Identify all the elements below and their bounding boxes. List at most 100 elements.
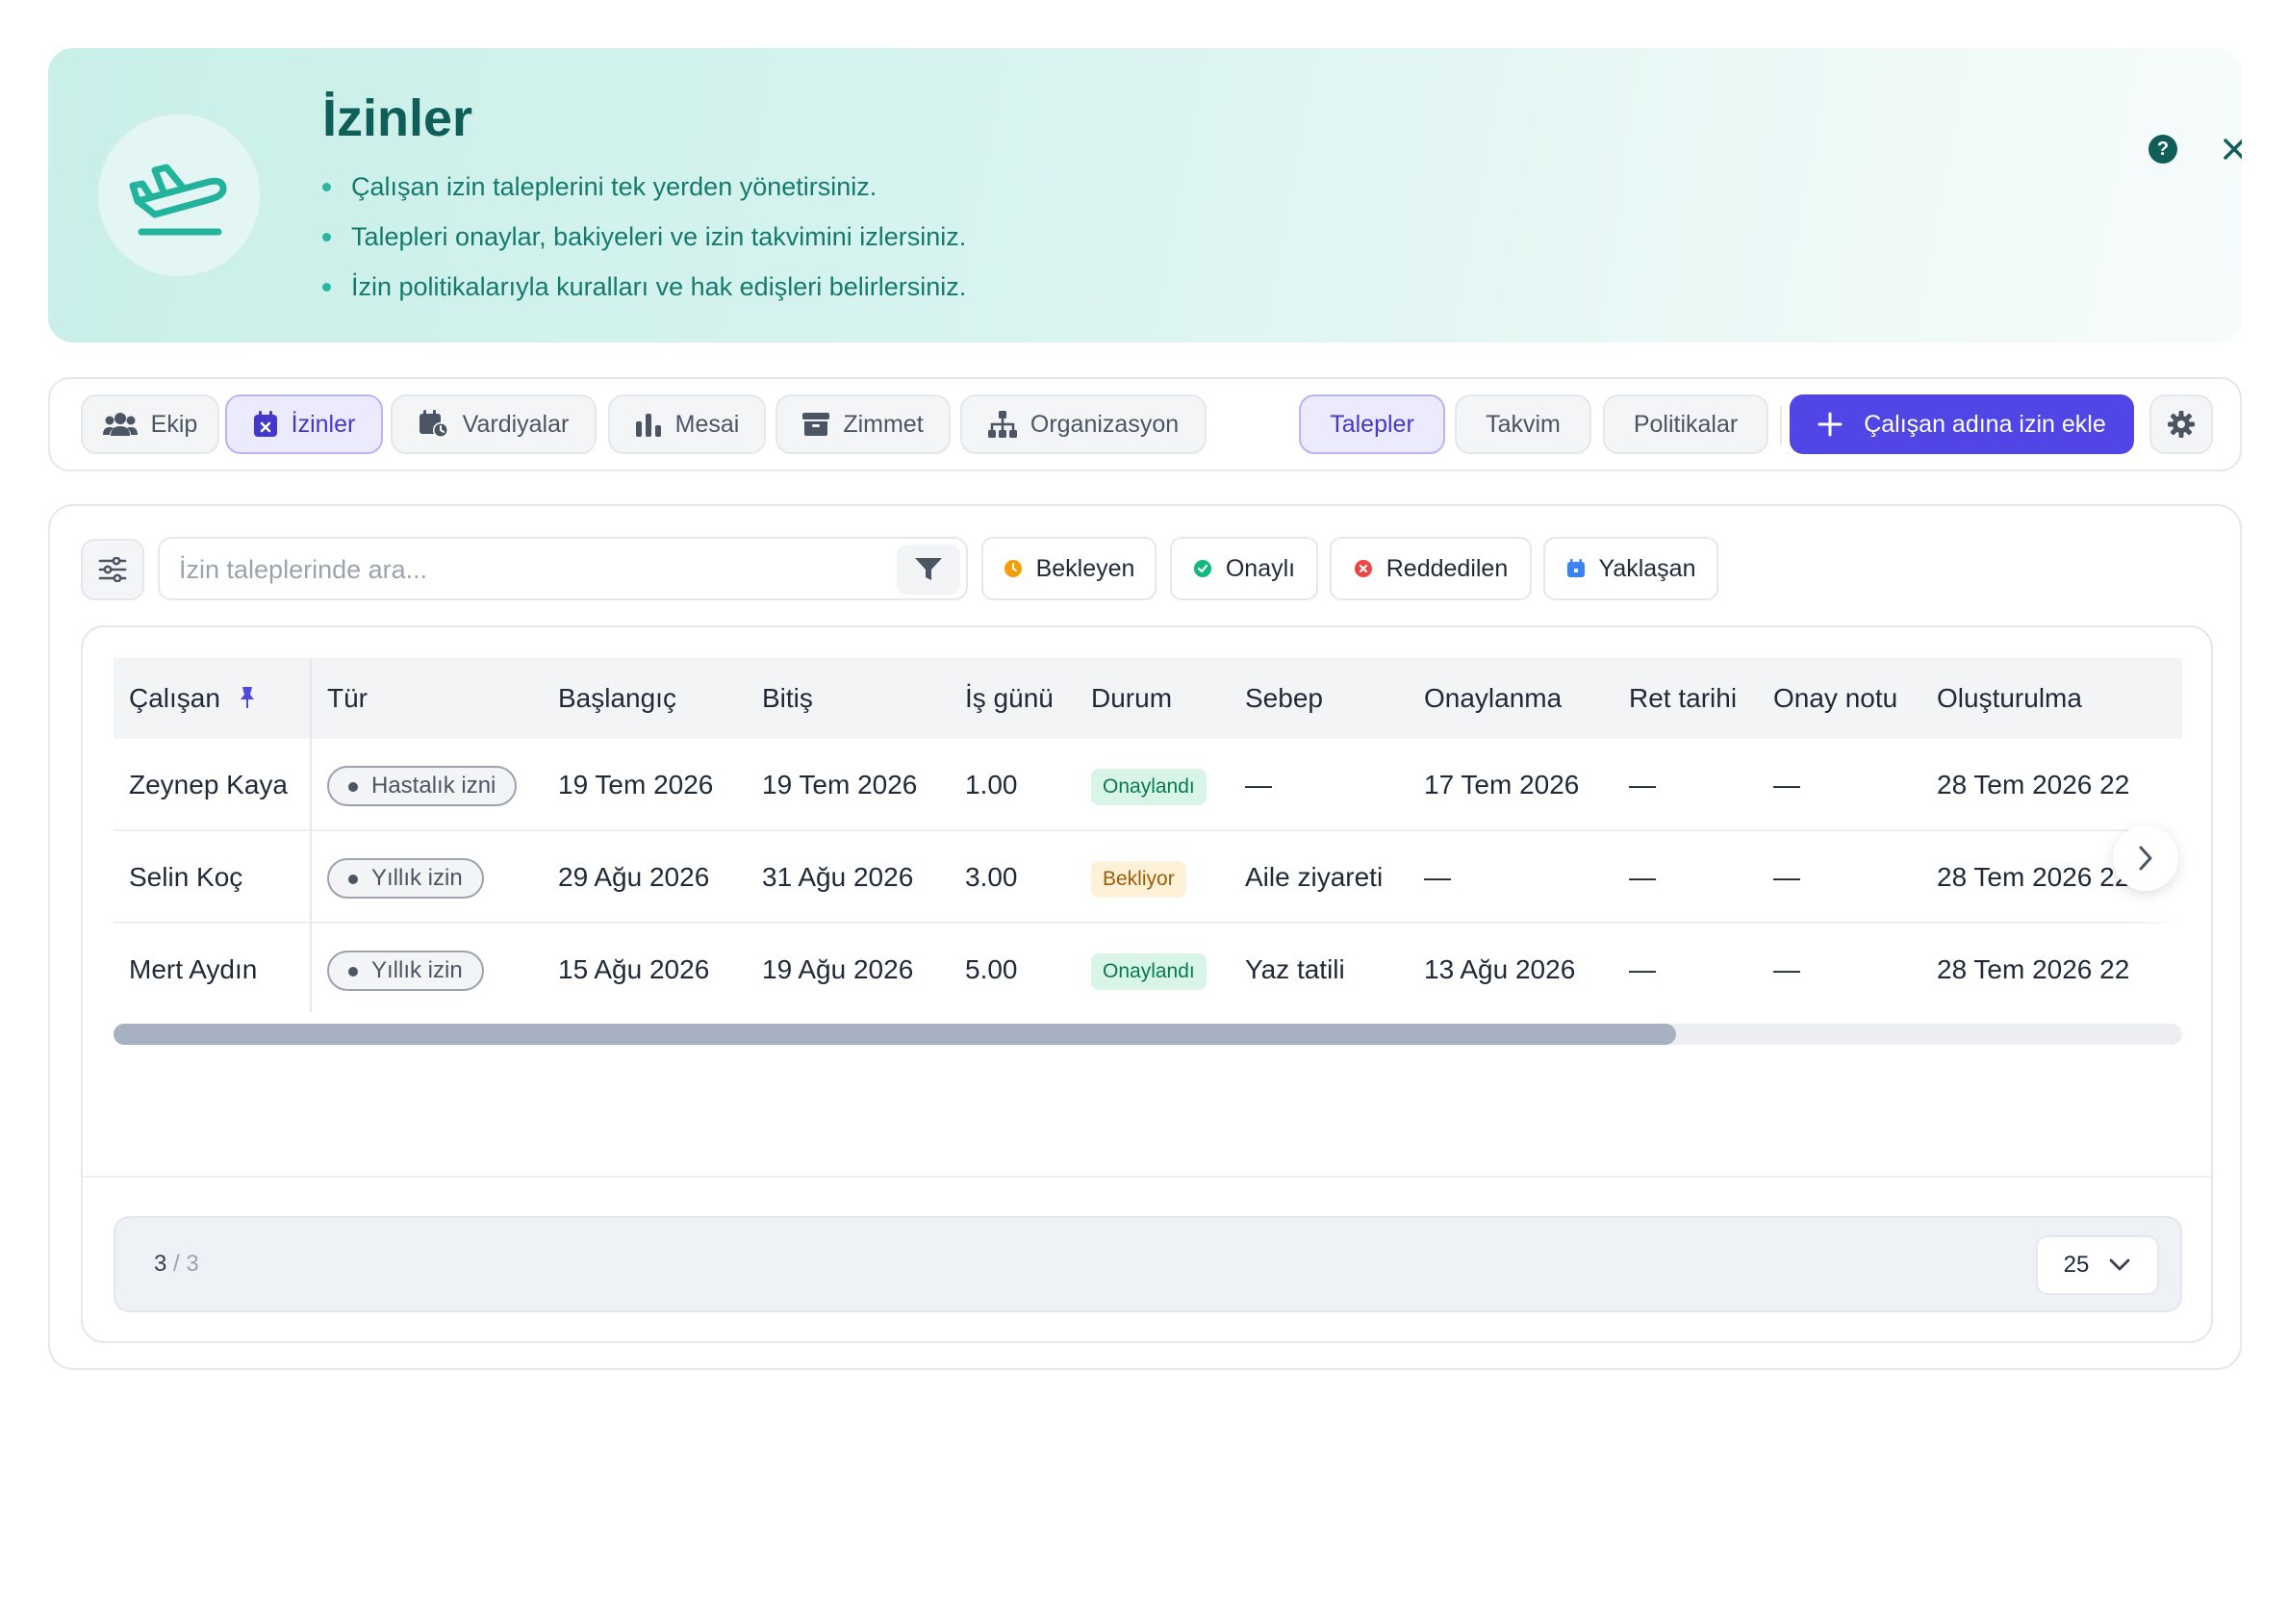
leave-requests-panel: Bekleyen Onaylı Reddedilen Yaklaşan Çalı… [48,504,2242,1370]
status-badge: Onaylandı [1091,769,1207,805]
cell-approval-note: — [1773,954,1800,984]
column-header-reason[interactable]: Sebep [1245,658,1323,739]
filter-chip-rejected[interactable]: Reddedilen [1330,537,1532,600]
filter-chip-pending[interactable]: Bekleyen [981,537,1157,600]
search-box [158,537,968,600]
chevron-right-icon [2139,846,2152,871]
cell-reason: Yaz tatili [1245,954,1345,984]
total-count: 3 [186,1251,199,1277]
bar-chart-icon [635,414,661,437]
settings-button[interactable] [2149,394,2213,454]
tab-label: Vardiyalar [462,410,570,438]
chip-label: Yaklaşan [1598,554,1696,582]
column-header-workdays[interactable]: İş günü [965,658,1054,739]
sliders-icon [98,557,127,582]
clock-icon [1004,560,1022,577]
filter-chip-approved[interactable]: Onaylı [1170,537,1318,600]
cell-end: 19 Tem 2026 [762,770,918,799]
filter-chip-upcoming[interactable]: Yaklaşan [1543,537,1718,600]
chevron-down-icon [2109,1258,2130,1271]
cell-start: 15 Ağu 2026 [558,954,710,984]
cell-rejected-at: — [1629,862,1656,892]
add-leave-for-employee-button[interactable]: Çalışan adına izin ekle [1790,394,2134,454]
view-politikalar[interactable]: Politikalar [1603,394,1768,454]
horizontal-scrollbar[interactable] [114,1024,2182,1045]
tab-label: Organizasyon [1030,410,1180,438]
table-row[interactable]: Selin Koç Yıllık izin 29 Ağu 2026 31 Ağu… [114,831,2182,924]
leave-requests-table: Çalışan Tür Başlangıç Bitiş İş günü Duru… [81,625,2213,1343]
cell-start: 29 Ağu 2026 [558,862,710,892]
cell-approved-at: 17 Tem 2026 [1424,770,1580,799]
feature-list: Çalışan izin taleplerini tek yerden yöne… [322,162,966,312]
help-icon[interactable]: ? [2148,135,2177,164]
column-header-start[interactable]: Başlangıç [558,658,676,739]
calendar-clock-icon [419,410,448,438]
page-header-banner: İzinler Çalışan izin taleplerini tek yer… [48,48,2242,343]
chip-label: Bekleyen [1035,554,1135,582]
shown-count: 3 [154,1251,167,1277]
tab-izinler[interactable]: İzinler [225,394,383,454]
page-size-select[interactable]: 25 [2036,1235,2159,1295]
status-badge: Onaylandı [1091,953,1207,990]
count-separator: / [173,1251,180,1277]
module-nav-bar: Ekip İzinler Vardiyalar Mesai Zimmet Org… [48,377,2242,471]
check-circle-icon [1193,560,1211,577]
column-header-approved-at[interactable]: Onaylanma [1424,658,1562,739]
column-header-end[interactable]: Bitiş [762,658,813,739]
pin-icon [240,687,254,708]
cell-rejected-at: — [1629,770,1656,799]
cell-rejected-at: — [1629,954,1656,984]
tab-vardiyalar[interactable]: Vardiyalar [391,394,597,454]
cell-reason: — [1245,770,1272,799]
add-button-label: Çalışan adına izin ekle [1864,410,2106,438]
scrollbar-thumb[interactable] [114,1024,1676,1045]
cell-approved-at: 13 Ağu 2026 [1424,954,1576,984]
column-settings-button[interactable] [81,539,144,600]
tab-label: Mesai [674,410,740,438]
cell-employee: Zeynep Kaya [129,770,288,799]
column-header-status[interactable]: Durum [1091,658,1172,739]
cell-employee: Mert Aydın [129,954,258,984]
org-chart-icon [987,411,1017,438]
cell-approved-at: — [1424,862,1451,892]
scroll-right-button[interactable] [2113,825,2178,891]
view-label: Talepler [1330,410,1414,438]
table-row[interactable]: Zeynep Kaya Hastalık izni 19 Tem 2026 19… [114,739,2182,831]
column-header-created-at[interactable]: Oluşturulma [1937,658,2082,739]
users-icon [102,413,138,436]
filter-button[interactable] [897,545,960,595]
search-input[interactable] [179,548,852,591]
cell-reason: Aile ziyareti [1245,862,1384,892]
calendar-icon [1566,559,1585,577]
cell-created-at: 28 Tem 2026 22 [1937,770,2130,799]
view-takvim[interactable]: Takvim [1455,394,1591,454]
plane-departure-icon [96,113,262,278]
pagination-bar: 3 / 3 25 [114,1216,2182,1312]
cell-start: 19 Tem 2026 [558,770,714,799]
page-title: İzinler [322,89,473,147]
cell-approval-note: — [1773,770,1800,799]
table-row[interactable]: Mert Aydın Yıllık izin 15 Ağu 2026 19 Ağ… [114,924,2182,1016]
plus-icon [1818,412,1843,437]
cell-created-at: 28 Tem 2026 22 [1937,954,2130,984]
tab-mesai[interactable]: Mesai [608,394,766,454]
feature-item: Çalışan izin taleplerini tek yerden yöne… [322,162,966,212]
cell-workdays: 1.00 [965,770,1018,799]
cell-end: 19 Ağu 2026 [762,954,914,984]
page-size-value: 25 [2063,1252,2090,1278]
column-header-employee[interactable]: Çalışan [129,658,257,739]
tab-organizasyon[interactable]: Organizasyon [960,394,1207,454]
view-talepler[interactable]: Talepler [1299,394,1445,454]
toolbar-divider [1780,406,1782,444]
tab-zimmet[interactable]: Zimmet [775,394,951,454]
footer-divider [83,1176,2211,1178]
tab-ekip[interactable]: Ekip [81,394,219,454]
column-header-approval-note[interactable]: Onay notu [1773,658,1897,739]
column-header-type[interactable]: Tür [327,658,368,739]
feature-item: İzin politikalarıyla kuralları ve hak ed… [322,262,966,312]
close-icon[interactable] [2218,133,2242,165]
record-count: 3 / 3 [154,1218,199,1310]
column-header-rejected-at[interactable]: Ret tarihi [1629,658,1737,739]
gear-icon [2168,411,2195,438]
cell-created-at: 28 Tem 2026 22 [1937,862,2130,892]
